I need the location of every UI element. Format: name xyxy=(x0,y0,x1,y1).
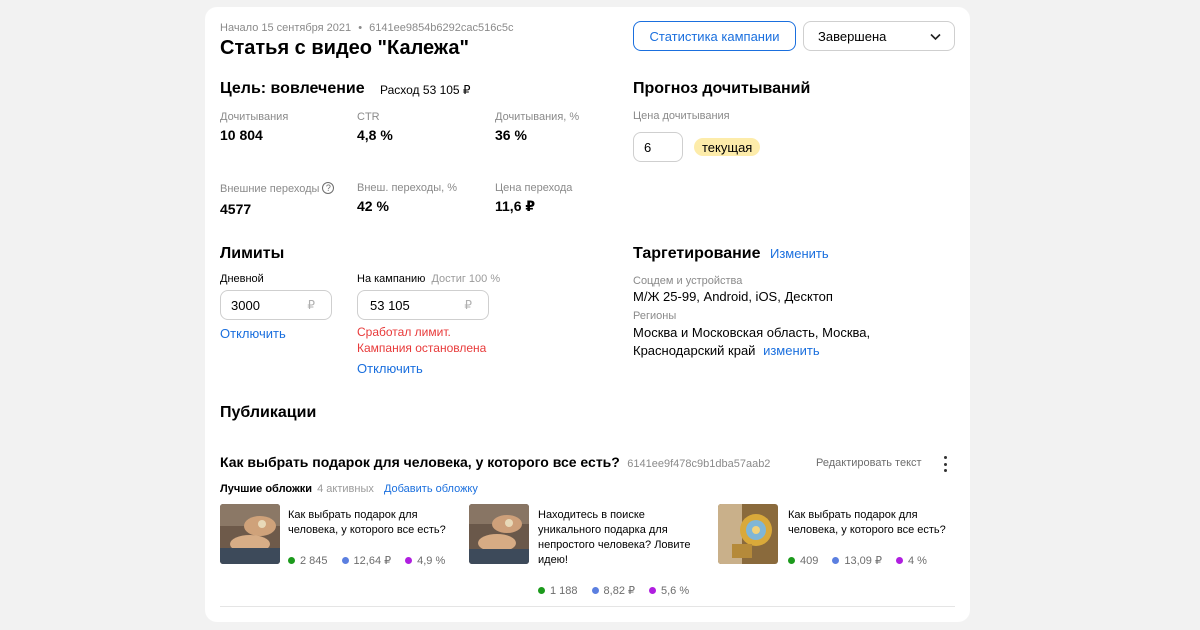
metric-value-reads-pct: 36 % xyxy=(495,127,527,143)
cover-stats: 1 188 8,82 ₽ 5,6 % xyxy=(538,584,689,597)
campaign-stats-button[interactable]: Статистика кампании xyxy=(633,21,796,51)
help-icon[interactable]: ? xyxy=(322,182,335,194)
metric-value-ctr: 4,8 % xyxy=(357,127,393,143)
limits-heading: Лимиты xyxy=(220,245,285,262)
metric-value-external-pct: 42 % xyxy=(357,198,389,214)
limit-error-line1: Сработал лимит. xyxy=(357,325,451,339)
read-price-label: Цена дочитывания xyxy=(633,110,730,122)
cover-text: Как выбрать подарок для человека, у кото… xyxy=(288,509,446,536)
article-title-row: Как выбрать подарок для человека, у кото… xyxy=(220,454,770,472)
add-cover-link[interactable]: Добавить обложку xyxy=(384,483,478,495)
cover-stats: 2 845 12,64 ₽ 4,9 % xyxy=(288,554,445,567)
hands-gift-image xyxy=(469,504,529,564)
cover-thumbnail[interactable] xyxy=(469,504,529,564)
daily-limit-input[interactable]: 3000 ₽ xyxy=(220,290,332,320)
price-dot-icon xyxy=(341,557,349,564)
limit-error-line2: Кампания остановлена xyxy=(357,341,487,355)
page-title: Статья с видео "Калежа" xyxy=(220,37,469,59)
campaign-meta: Начало 15 сентября 2021 • 6141ee9854b629… xyxy=(220,22,513,34)
regions-label: Регионы xyxy=(633,310,677,322)
ctr-dot-icon xyxy=(405,557,413,564)
price-dot-icon xyxy=(832,557,840,564)
ruble-icon: ₽ xyxy=(464,298,472,312)
cover-text: Находитесь в поиске уникального подарка … xyxy=(538,509,691,566)
covers-row: Лучшие обложки 4 активных Добавить облож… xyxy=(220,483,478,495)
metric-label-click-price: Цена перехода xyxy=(495,182,573,194)
targeting-header: Таргетирование Изменить xyxy=(633,245,829,263)
regions-value-line1: Москва и Московская область, Москва, xyxy=(633,325,871,340)
metric-label-external-pct: Внеш. переходы, % xyxy=(357,182,458,194)
article-id: 6141ee9f478c9b1dba57aab2 xyxy=(627,458,771,470)
views-dot-icon xyxy=(538,587,545,594)
edit-text-link[interactable]: Редактировать текст xyxy=(816,457,922,469)
cover-text: Как выбрать подарок для человека, у кото… xyxy=(788,509,946,536)
daily-limit-value: 3000 xyxy=(231,297,260,313)
covers-count: 4 активных xyxy=(317,483,374,495)
campaign-limit-input[interactable]: 53 105 ₽ xyxy=(357,290,489,320)
hands-gift-image xyxy=(220,504,280,564)
meta-separator: • xyxy=(358,22,363,34)
metric-value-external: 4577 xyxy=(220,201,252,217)
cover-price: 13,09 ₽ xyxy=(844,555,882,567)
targeting-change-link[interactable]: Изменить xyxy=(770,246,829,261)
forecast-heading: Прогноз дочитываний xyxy=(633,80,811,97)
campaign-id: 6141ee9854b6292cac516c5c xyxy=(369,22,514,34)
cover-ctr: 4,9 % xyxy=(417,554,446,567)
read-price-value: 6 xyxy=(644,139,652,155)
status-select-value: Завершена xyxy=(818,28,887,44)
daily-label: Дневной xyxy=(220,273,264,285)
regions-change-link[interactable]: изменить xyxy=(763,343,820,358)
metric-label-reads: Дочитывания xyxy=(220,111,289,123)
current-badge: текущая xyxy=(694,138,761,156)
ctr-dot-icon xyxy=(649,587,656,594)
campaign-disable-link[interactable]: Отключить xyxy=(357,361,423,376)
campaign-reached-text: Достиг 100 % xyxy=(431,273,501,285)
article-title[interactable]: Как выбрать подарок для человека, у кото… xyxy=(220,454,620,470)
publications-heading: Публикации xyxy=(220,404,317,421)
expense-text: Расход 53 105 ₽ xyxy=(380,83,471,97)
cover-views: 1 188 xyxy=(550,584,578,597)
metric-label-external: Внешние переходы? xyxy=(220,182,335,195)
metric-label-reads-pct: Дочитывания, % xyxy=(495,111,580,123)
chevron-down-icon xyxy=(930,33,941,41)
campaign-limit-value: 53 105 xyxy=(370,297,410,313)
cover-views: 2 845 xyxy=(300,554,328,567)
views-dot-icon xyxy=(288,557,295,564)
daily-disable-link[interactable]: Отключить xyxy=(220,326,286,341)
ctr-dot-icon xyxy=(895,557,903,564)
ornament-gift-image xyxy=(718,504,778,564)
targeting-heading: Таргетирование xyxy=(633,245,761,262)
covers-label: Лучшие обложки xyxy=(220,483,313,495)
more-menu-icon[interactable] xyxy=(944,456,948,472)
metric-value-reads: 10 804 xyxy=(220,127,263,143)
external-label-text: Внешние переходы xyxy=(220,183,320,195)
metric-value-click-price: 11,6 ₽ xyxy=(495,198,536,214)
cover-views: 409 xyxy=(800,554,819,567)
cover-price: 8,82 ₽ xyxy=(603,585,635,597)
regions-value-line2: Краснодарский край изменить xyxy=(633,343,820,358)
cover-price: 12,64 ₽ xyxy=(353,555,392,567)
read-price-input[interactable]: 6 xyxy=(633,132,683,162)
campaign-limit-label-text: На кампанию xyxy=(357,273,426,285)
regions-value-text: Краснодарский край xyxy=(633,343,756,358)
campaign-limit-label: На кампанию Достиг 100 % xyxy=(357,273,500,285)
campaign-card: Начало 15 сентября 2021 • 6141ee9854b629… xyxy=(205,7,970,622)
socdem-label: Соцдем и устройства xyxy=(633,275,743,287)
cover-ctr: 5,6 % xyxy=(661,584,690,597)
socdem-value: М/Ж 25-99, Android, iOS, Десктоп xyxy=(633,289,833,304)
goal-heading: Цель: вовлечение xyxy=(220,80,365,97)
divider xyxy=(220,606,955,607)
cover-thumbnail[interactable] xyxy=(718,504,778,564)
cover-stats: 409 13,09 ₽ 4 % xyxy=(788,554,927,567)
price-dot-icon xyxy=(591,587,599,594)
cover-ctr: 4 % xyxy=(907,554,927,567)
views-dot-icon xyxy=(788,557,795,564)
cover-thumbnail[interactable] xyxy=(220,504,280,564)
status-select[interactable]: Завершена xyxy=(803,21,955,51)
start-date: Начало 15 сентября 2021 xyxy=(220,22,352,34)
metric-label-ctr: CTR xyxy=(357,111,380,123)
ruble-icon: ₽ xyxy=(307,298,315,312)
